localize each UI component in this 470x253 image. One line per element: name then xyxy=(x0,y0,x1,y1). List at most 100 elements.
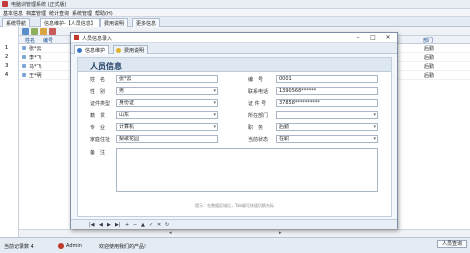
tab-navigation[interactable]: 系统导航 xyxy=(2,18,31,27)
number-field[interactable]: 0001 xyxy=(276,75,378,83)
tab-info-maintenance[interactable]: 信息维护 xyxy=(74,45,110,54)
row-dept: 后勤 xyxy=(424,55,435,61)
row-index: 3 xyxy=(5,63,9,69)
gender-select[interactable]: 男 xyxy=(116,87,218,95)
help-icon xyxy=(116,48,121,53)
record-navigator: |◀ ◀ ▶ ▶| + − ▲ ✓ ✕ ↻ xyxy=(71,219,397,229)
first-record-button[interactable]: |◀ xyxy=(89,222,95,228)
major-select[interactable]: 计算机 xyxy=(116,123,218,131)
minimize-icon[interactable]: – xyxy=(353,34,363,41)
main-tab-bar: 系统导航 信息维护-【人员信息】 费用说明 更多信息 xyxy=(0,17,470,27)
duty-select[interactable]: 后勤 xyxy=(276,123,378,131)
person-icon xyxy=(22,73,26,77)
maximize-icon[interactable]: □ xyxy=(368,34,378,41)
dialog-tab-bar: 信息维护 费用说明 xyxy=(71,43,397,54)
left-panel xyxy=(0,27,19,237)
address-label: 家庭住址 xyxy=(90,137,111,143)
person-form: 人员信息 姓 名 张*云 编 号 0001 性 别 男 联系电话 1390568… xyxy=(77,57,392,217)
record-count: 当前记录数 4 xyxy=(4,244,34,250)
note-field[interactable] xyxy=(116,148,378,192)
menu-help[interactable]: 帮助(H) xyxy=(95,10,113,17)
id-type-label: 证件类型 xyxy=(90,101,111,107)
info-icon xyxy=(77,48,82,53)
prev-record-button[interactable]: ◀ xyxy=(99,222,103,228)
number-label: 编 号 xyxy=(248,77,264,83)
dialog-title: 人员信息录入 xyxy=(82,36,113,42)
scroll-left-icon[interactable]: ◂ xyxy=(169,230,172,236)
refresh-record-button[interactable]: ↻ xyxy=(165,222,169,228)
last-record-button[interactable]: ▶| xyxy=(115,222,121,228)
row-name: 马*飞 xyxy=(29,64,42,70)
tab-fee-note[interactable]: 费用说明 xyxy=(113,45,149,54)
phone-label: 联系电话 xyxy=(248,89,269,95)
form-header: 人员信息 xyxy=(78,58,391,72)
add-record-button[interactable]: + xyxy=(125,222,129,228)
id-number-field[interactable]: 37858********** xyxy=(276,99,378,107)
delete-icon[interactable] xyxy=(49,28,56,35)
cancel-record-button[interactable]: ✕ xyxy=(157,222,161,228)
post-record-button[interactable]: ✓ xyxy=(149,222,153,228)
row-dept: 后勤 xyxy=(424,64,435,70)
row-name: 张*云 xyxy=(29,46,42,52)
tab-maintenance[interactable]: 信息维护-【人员信息】 xyxy=(40,18,100,27)
edit-record-button[interactable]: ▲ xyxy=(141,222,145,228)
delete-record-button[interactable]: − xyxy=(133,222,137,228)
major-label: 专 业 xyxy=(90,125,106,131)
input-hint: 提示：在数据区域后，Tab键可快速切换光标 xyxy=(195,203,274,208)
menu-basic-info[interactable]: 基本信息 xyxy=(3,10,23,17)
address-field[interactable]: 梨歌花园 xyxy=(116,135,218,143)
row-dept: 后勤 xyxy=(424,46,435,52)
menu-bar: 基本信息 档案管理 统计查询 系统管理 帮助(H) xyxy=(0,9,470,17)
person-icon xyxy=(22,46,26,50)
row-name: 王*明 xyxy=(29,73,42,79)
tab-label: 费用说明 xyxy=(124,48,145,54)
origin-label: 籍 贯 xyxy=(90,113,106,119)
person-icon xyxy=(22,55,26,59)
save-icon[interactable] xyxy=(40,28,47,35)
tab-fee[interactable]: 费用说明 xyxy=(100,18,129,27)
status-bar: 当前记录数 4 Admin 欢迎使用我们的产品! 人员查询 xyxy=(0,237,470,253)
row-index: 1 xyxy=(5,45,9,51)
status-select[interactable]: 在职 xyxy=(276,135,378,143)
window-title: 电脑训管理系统 (正式版) xyxy=(11,2,67,8)
row-dept: 后勤 xyxy=(424,73,435,79)
row-index: 2 xyxy=(5,54,9,60)
name-field[interactable]: 张*云 xyxy=(116,75,218,83)
add-icon[interactable] xyxy=(31,28,38,35)
person-icon xyxy=(22,64,26,68)
gender-label: 性 别 xyxy=(90,89,106,95)
welcome-message: 欢迎使用我们的产品! xyxy=(99,244,147,250)
row-name: 李*飞 xyxy=(29,55,42,61)
menu-statistics[interactable]: 统计查询 xyxy=(49,10,69,17)
horizontal-scrollbar[interactable]: ◂ ▸ xyxy=(19,229,470,237)
next-record-button[interactable]: ▶ xyxy=(107,222,111,228)
menu-archive[interactable]: 档案管理 xyxy=(26,10,46,17)
phone-field[interactable]: 1390568****** xyxy=(276,87,378,95)
tab-label: 信息维护 xyxy=(85,48,106,54)
window-title-bar: 电脑训管理系统 (正式版) xyxy=(0,0,470,9)
menu-system[interactable]: 系统管理 xyxy=(72,10,92,17)
name-label: 姓 名 xyxy=(90,77,106,83)
app-icon xyxy=(2,1,8,7)
row-index: 4 xyxy=(5,72,9,78)
close-icon[interactable]: ✕ xyxy=(383,34,393,41)
col-dept[interactable]: 部门 xyxy=(423,37,433,44)
origin-select[interactable]: 山东 xyxy=(116,111,218,119)
id-number-label: 证 件 号 xyxy=(248,101,267,107)
note-label: 备 注 xyxy=(90,150,106,156)
duty-label: 职 务 xyxy=(248,125,264,131)
id-type-select[interactable]: 身份证 xyxy=(116,99,218,107)
dept-select[interactable] xyxy=(276,111,378,119)
col-number[interactable]: 编号 xyxy=(43,37,53,44)
dept-label: 所在部门 xyxy=(248,113,269,119)
scroll-right-icon[interactable]: ▸ xyxy=(279,230,282,236)
dialog-app-icon xyxy=(74,35,79,40)
tab-more[interactable]: 更多信息 xyxy=(132,18,161,27)
person-dialog: 人员信息录入 – □ ✕ 信息维护 费用说明 人员信息 姓 名 张*云 编 号 … xyxy=(70,32,398,229)
dialog-title-bar: 人员信息录入 – □ ✕ xyxy=(71,33,397,43)
user-icon xyxy=(58,243,64,249)
person-query-button[interactable]: 人员查询 xyxy=(437,240,467,248)
edit-icon[interactable] xyxy=(22,28,29,35)
col-name[interactable]: 姓名 xyxy=(25,37,35,44)
current-user: Admin xyxy=(66,243,82,249)
